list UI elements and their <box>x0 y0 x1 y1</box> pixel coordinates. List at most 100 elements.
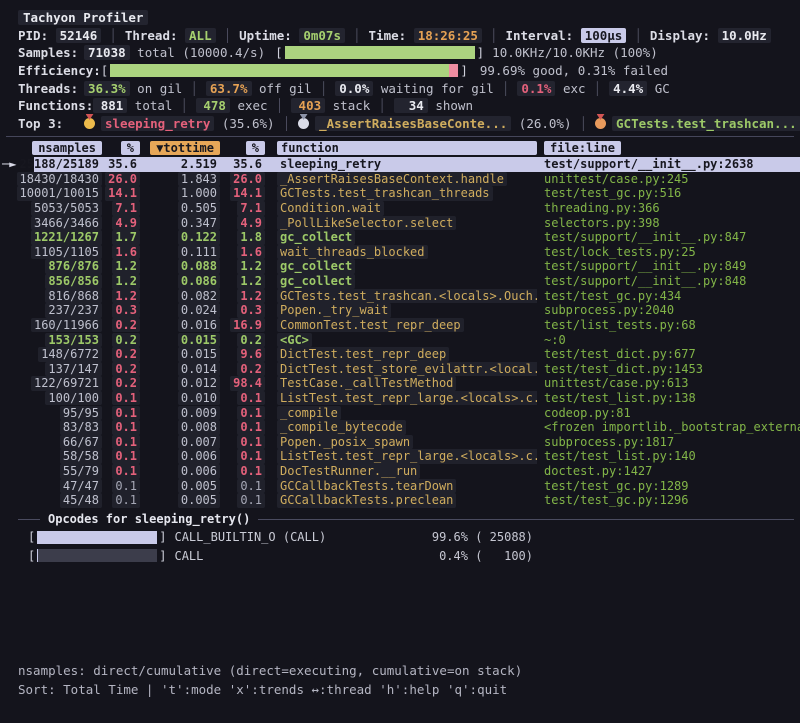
table-row[interactable]: 66/670.10.0070.1Popen._posix_spawnsubpro… <box>0 435 800 450</box>
table-top-divider <box>6 136 794 137</box>
functions-stats: 881 total│478 exec│403 stack│34 shown <box>93 98 473 113</box>
column-header-pct-cumulative[interactable]: % <box>246 141 265 155</box>
table-row[interactable]: 153/1530.20.0150.2<GC>~:0 <box>0 332 800 347</box>
column-header-tottime-sorted[interactable]: ▼tottime <box>150 141 220 155</box>
nsamples-value: 1105/1105 <box>31 245 102 260</box>
stat-label: shown <box>428 98 473 113</box>
stat-separator: │ <box>594 81 602 96</box>
table-row[interactable]: 58/580.10.0060.1ListTest.test_repr_large… <box>0 449 800 464</box>
file-line: test/test_list.py:138 <box>537 391 800 406</box>
cell-nsamples: 137/147 <box>6 362 102 377</box>
table-row[interactable]: 18430/1843026.01.84326.0_AssertRaisesBas… <box>0 172 800 187</box>
table-row[interactable]: 237/2370.30.0240.3Popen._try_waitsubproc… <box>0 303 800 318</box>
column-header-nsamples[interactable]: nsamples <box>32 141 102 155</box>
function-name: gc_collect <box>277 259 355 274</box>
table-row[interactable]: 876/8761.20.0881.2gc_collecttest/support… <box>0 259 800 274</box>
table-row[interactable]: 10001/1001514.11.00014.1GCTests.test_tra… <box>0 186 800 201</box>
tottime-value: 0.005 <box>178 479 220 494</box>
tottime-value: 0.010 <box>178 391 220 406</box>
cell-pct-cumulative: 1.8 <box>220 230 265 245</box>
table-row[interactable]: 3466/34664.90.3474.9_PollLikeSelector.se… <box>0 216 800 231</box>
opcode-bar-open-bracket: [ <box>28 530 35 544</box>
cell-nsamples: 856/856 <box>6 274 102 289</box>
table-row[interactable]: 148/67720.20.0159.6DictTest.test_repr_de… <box>0 347 800 362</box>
nsamples-value: 153/153 <box>45 333 102 348</box>
cell-tottime: 0.006 <box>140 464 220 479</box>
tottime-value: 1.843 <box>178 172 220 187</box>
cell-pct-cumulative: 4.9 <box>220 216 265 231</box>
stat-label: off gil <box>252 81 312 96</box>
samples-label: Samples: <box>18 45 84 60</box>
nsamples-value: 1221/1267 <box>31 230 102 245</box>
pct-direct-value: 0.2 <box>112 318 140 333</box>
table-row[interactable]: 55/790.10.0060.1DocTestRunner.__rundocte… <box>0 464 800 479</box>
opcodes-list: []CALL_BUILTIN_O (CALL)99.6% ( 25088)[]C… <box>0 528 800 565</box>
column-header-fileline[interactable]: file:line <box>544 141 621 155</box>
pct-cumulative-value: 9.6 <box>237 347 265 362</box>
table-row[interactable]: 1105/11051.60.1111.6wait_threads_blocked… <box>0 245 800 260</box>
samples-rate: 10.0KHz/10.0KHz (100%) <box>492 45 658 60</box>
function-name: _compile <box>277 406 341 421</box>
table-row[interactable]: 100/1000.10.0100.1ListTest.test_repr_lar… <box>0 391 800 406</box>
cell-nsamples: 95/95 <box>6 406 102 421</box>
pct-cumulative-value: 1.2 <box>237 289 265 304</box>
table-row[interactable]: 856/8561.20.0861.2gc_collecttest/support… <box>0 274 800 289</box>
cell-pct-direct: 0.1 <box>102 479 140 494</box>
nsamples-value: 18430/18430 <box>17 172 102 187</box>
table-row[interactable]: 1221/12671.70.1221.8gc_collecttest/suppo… <box>0 230 800 245</box>
column-header-function[interactable]: function <box>277 141 537 155</box>
table-row[interactable]: 47/470.10.0050.1GCCallbackTests.tearDown… <box>0 479 800 494</box>
status-separator: │ <box>490 28 498 43</box>
cell-nsamples: 18430/18430 <box>6 172 102 187</box>
cell-tottime: 0.016 <box>140 318 220 333</box>
cell-nsamples: 1221/1267 <box>6 230 102 245</box>
table-row[interactable]: 137/1470.20.0140.2DictTest.test_store_ev… <box>0 362 800 377</box>
function-name: _PollLikeSelector.select <box>277 216 456 231</box>
table-row[interactable]: 45/480.10.0050.1GCCallbackTests.preclean… <box>0 493 800 508</box>
pct-direct-value: 0.1 <box>112 449 140 464</box>
cell-function: _compile_bytecode <box>265 420 537 435</box>
table-row[interactable]: 5053/50537.10.5057.1Condition.waitthread… <box>0 201 800 216</box>
table-row[interactable]: 160/119660.20.01616.9CommonTest.test_rep… <box>0 318 800 333</box>
top3-function-name[interactable]: _AssertRaisesBaseConte... <box>315 116 511 131</box>
table-row[interactable]: 83/830.10.0080.1_compile_bytecode<frozen… <box>0 420 800 435</box>
column-header-pct-direct[interactable]: % <box>121 141 140 155</box>
tottime-value: 0.009 <box>178 406 220 421</box>
cell-tottime: 0.505 <box>140 201 220 216</box>
file-line: test/test_dict.py:677 <box>537 347 800 362</box>
cell-pct-direct: 0.3 <box>102 303 140 318</box>
top3-function-name[interactable]: sleeping_retry <box>101 116 214 131</box>
top3-function-name[interactable]: GCTests.test_trashcan... <box>612 116 800 131</box>
pct-cumulative-value: 0.1 <box>237 493 265 508</box>
cell-tottime: 1.000 <box>140 186 220 201</box>
tottime-value: 2.519 <box>178 157 220 172</box>
stat-separator: │ <box>320 81 328 96</box>
threads-line: Threads: 36.3% on gil│63.7% off gil│0.0%… <box>0 79 800 97</box>
cell-pct-direct: 0.2 <box>102 376 140 391</box>
opcode-bar-close-bracket: ] <box>159 530 166 544</box>
stat-label: on gil <box>130 81 183 96</box>
table-row[interactable]: 122/697210.20.01298.4TestCase._callTestM… <box>0 376 800 391</box>
cell-pct-direct: 0.1 <box>102 420 140 435</box>
cell-pct-direct: 0.1 <box>102 406 140 421</box>
opcode-bar-open-bracket: [ <box>28 549 35 563</box>
cell-tottime: 0.088 <box>140 259 220 274</box>
cell-pct-direct: 0.2 <box>102 318 140 333</box>
functions-line: Functions: 881 total│478 exec│403 stack│… <box>0 97 800 115</box>
function-name: GCTests.test_trashcan_threads <box>277 186 493 201</box>
table-row-selected[interactable]: 25188/2518935.62.51935.6sleeping_retryte… <box>0 157 800 172</box>
cell-function: CommonTest.test_repr_deep <box>265 318 537 333</box>
cell-nsamples: 100/100 <box>6 391 102 406</box>
cell-pct-cumulative: 35.6 <box>220 157 265 172</box>
stat-value: 0.1% <box>517 81 555 96</box>
samples-total: 71038 <box>84 45 130 60</box>
pct-direct-value: 1.6 <box>112 245 140 260</box>
tottime-value: 0.088 <box>178 259 220 274</box>
tottime-value: 0.122 <box>178 230 220 245</box>
cell-pct-direct: 14.1 <box>102 186 140 201</box>
tachyon-profiler-screen: Tachyon Profiler PID: 52146│Thread: ALL│… <box>0 0 800 723</box>
opcodes-title: Opcodes for sleeping_retry() <box>48 512 250 526</box>
table-row[interactable]: 816/8681.20.0821.2GCTests.test_trashcan.… <box>0 289 800 304</box>
stat-value: 4.4% <box>609 81 647 96</box>
table-row[interactable]: 95/950.10.0090.1_compilecodeop.py:81 <box>0 406 800 421</box>
